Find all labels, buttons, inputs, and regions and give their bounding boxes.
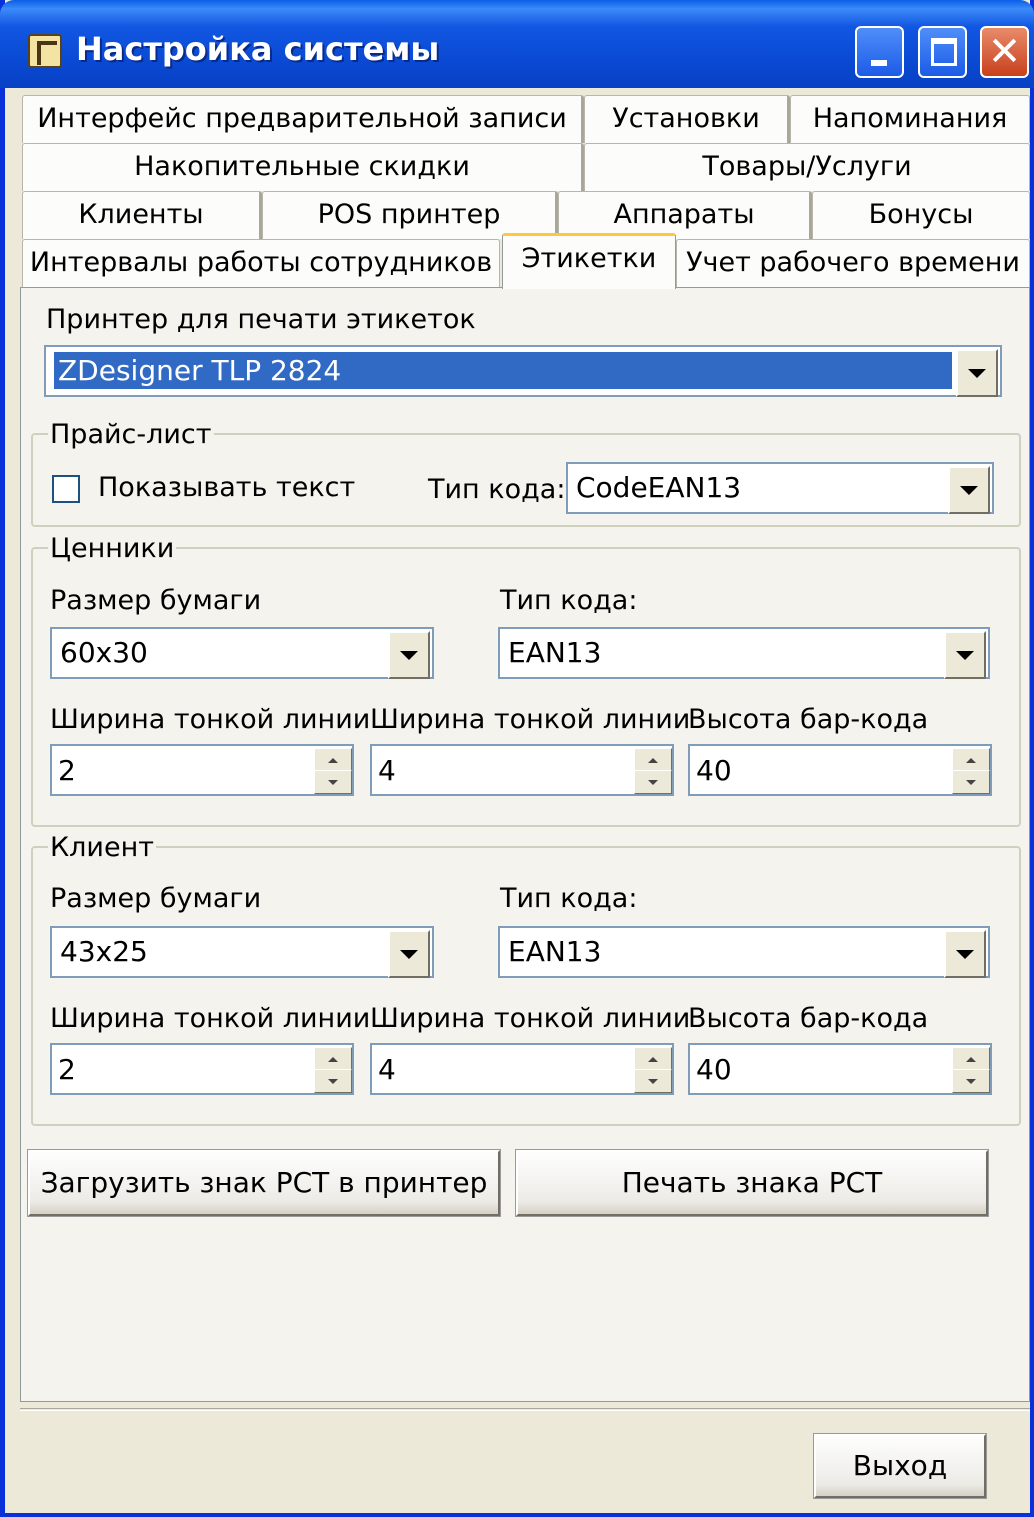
price-tags-paper-size-select[interactable]: 60x30 — [50, 627, 434, 679]
tab-cumulative-discounts[interactable]: Накопительные скидки — [22, 143, 584, 191]
chevron-down-icon[interactable] — [944, 631, 986, 679]
price-tags-legend: Ценники — [48, 533, 177, 564]
tab-work-time[interactable]: Учет рабочего времени — [676, 239, 1030, 287]
spin-up-icon[interactable] — [314, 1047, 352, 1071]
price-tags-paper-size-label: Размер бумаги — [50, 585, 262, 616]
spin-up-icon[interactable] — [634, 1047, 672, 1071]
tab-appointment-interface[interactable]: Интерфейс предварительной записи — [22, 95, 584, 143]
minimize-icon — [871, 60, 887, 66]
minimize-button[interactable] — [855, 26, 904, 78]
close-button[interactable]: ✕ — [980, 26, 1029, 78]
price-tags-line-width-input-1[interactable]: 2 — [50, 744, 354, 796]
tab-settings[interactable]: Установки — [584, 95, 790, 143]
chevron-down-icon[interactable] — [956, 349, 998, 397]
chevron-down-icon[interactable] — [388, 631, 430, 679]
app-icon — [28, 34, 62, 68]
client-line-width-input-2[interactable]: 4 — [370, 1043, 674, 1095]
price-tags-code-type-value: EAN13 — [508, 636, 602, 669]
spin-value: 4 — [378, 1053, 396, 1086]
tab-labels[interactable]: Этикетки — [502, 233, 676, 289]
client-paper-size-select[interactable]: 43x25 — [50, 926, 434, 978]
spin-value: 2 — [58, 1053, 76, 1086]
spin-value: 40 — [696, 754, 732, 787]
show-text-checkbox[interactable] — [52, 475, 80, 503]
price-tags-line-width-label-1: Ширина тонкой линии — [50, 704, 371, 735]
price-list-code-type-value: CodeEAN13 — [576, 471, 742, 504]
spin-value: 40 — [696, 1053, 732, 1086]
tab-pos-printer[interactable]: POS принтер — [262, 191, 558, 239]
spin-up-icon[interactable] — [952, 748, 990, 772]
client-paper-size-label: Размер бумаги — [50, 883, 262, 914]
client-paper-size-value: 43x25 — [60, 935, 148, 968]
tab-bonuses[interactable]: Бонусы — [812, 191, 1030, 239]
chevron-down-icon[interactable] — [948, 466, 990, 514]
client-code-type-select[interactable]: EAN13 — [498, 926, 990, 978]
price-tags-barcode-height-input[interactable]: 40 — [688, 744, 992, 796]
chevron-down-icon[interactable] — [944, 930, 986, 978]
tab-goods-services[interactable]: Товары/Услуги — [584, 143, 1030, 191]
show-text-label: Показывать текст — [98, 472, 356, 503]
close-icon: ✕ — [987, 29, 1022, 75]
client-line-width-label-2: Ширина тонкой линии — [370, 1003, 691, 1034]
print-pct-button[interactable]: Печать знака РСТ — [515, 1149, 989, 1217]
spin-down-icon[interactable] — [634, 1069, 672, 1093]
tab-clients[interactable]: Клиенты — [22, 191, 262, 239]
spin-up-icon[interactable] — [314, 748, 352, 772]
printer-select[interactable]: ZDesigner TLP 2824 — [44, 345, 1002, 397]
price-list-legend: Прайс-лист — [48, 419, 214, 450]
price-tags-code-type-select[interactable]: EAN13 — [498, 627, 990, 679]
spin-down-icon[interactable] — [952, 1069, 990, 1093]
client-line-width-input-1[interactable]: 2 — [50, 1043, 354, 1095]
exit-button[interactable]: Выход — [813, 1433, 987, 1499]
spin-down-icon[interactable] — [634, 770, 672, 794]
price-tags-line-width-input-2[interactable]: 4 — [370, 744, 674, 796]
price-tags-code-type-label: Тип кода: — [500, 585, 638, 616]
client-code-type-value: EAN13 — [508, 935, 602, 968]
maximize-button[interactable] — [918, 26, 967, 78]
spin-up-icon[interactable] — [952, 1047, 990, 1071]
spin-down-icon[interactable] — [314, 770, 352, 794]
printer-select-value: ZDesigner TLP 2824 — [54, 352, 952, 389]
client-code-type-label: Тип кода: — [500, 883, 638, 914]
spin-up-icon[interactable] — [634, 748, 672, 772]
price-list-code-type-select[interactable]: CodeEAN13 — [566, 462, 994, 514]
client-legend: Клиент — [48, 832, 156, 863]
tab-reminders[interactable]: Напоминания — [790, 95, 1030, 143]
tab-devices[interactable]: Аппараты — [558, 191, 812, 239]
price-list-code-type-label: Тип кода: — [428, 474, 566, 505]
footer-divider — [20, 1408, 1030, 1411]
printer-label: Принтер для печати этикеток — [46, 304, 476, 335]
spin-value: 4 — [378, 754, 396, 787]
window-title: Настройка системы — [76, 30, 440, 68]
client-line-width-label-1: Ширина тонкой линии — [50, 1003, 371, 1034]
spin-down-icon[interactable] — [314, 1069, 352, 1093]
price-tags-barcode-height-label: Высота бар-кода — [688, 704, 929, 735]
price-tags-line-width-label-2: Ширина тонкой линии — [370, 704, 691, 735]
client-barcode-height-input[interactable]: 40 — [688, 1043, 992, 1095]
maximize-icon — [931, 38, 957, 66]
price-tags-paper-size-value: 60x30 — [60, 636, 148, 669]
load-pct-button[interactable]: Загрузить знак РСТ в принтер — [27, 1149, 501, 1217]
client-barcode-height-label: Высота бар-кода — [688, 1003, 929, 1034]
chevron-down-icon[interactable] — [388, 930, 430, 978]
tab-employee-intervals[interactable]: Интервалы работы сотрудников — [22, 239, 500, 287]
spin-down-icon[interactable] — [952, 770, 990, 794]
spin-value: 2 — [58, 754, 76, 787]
